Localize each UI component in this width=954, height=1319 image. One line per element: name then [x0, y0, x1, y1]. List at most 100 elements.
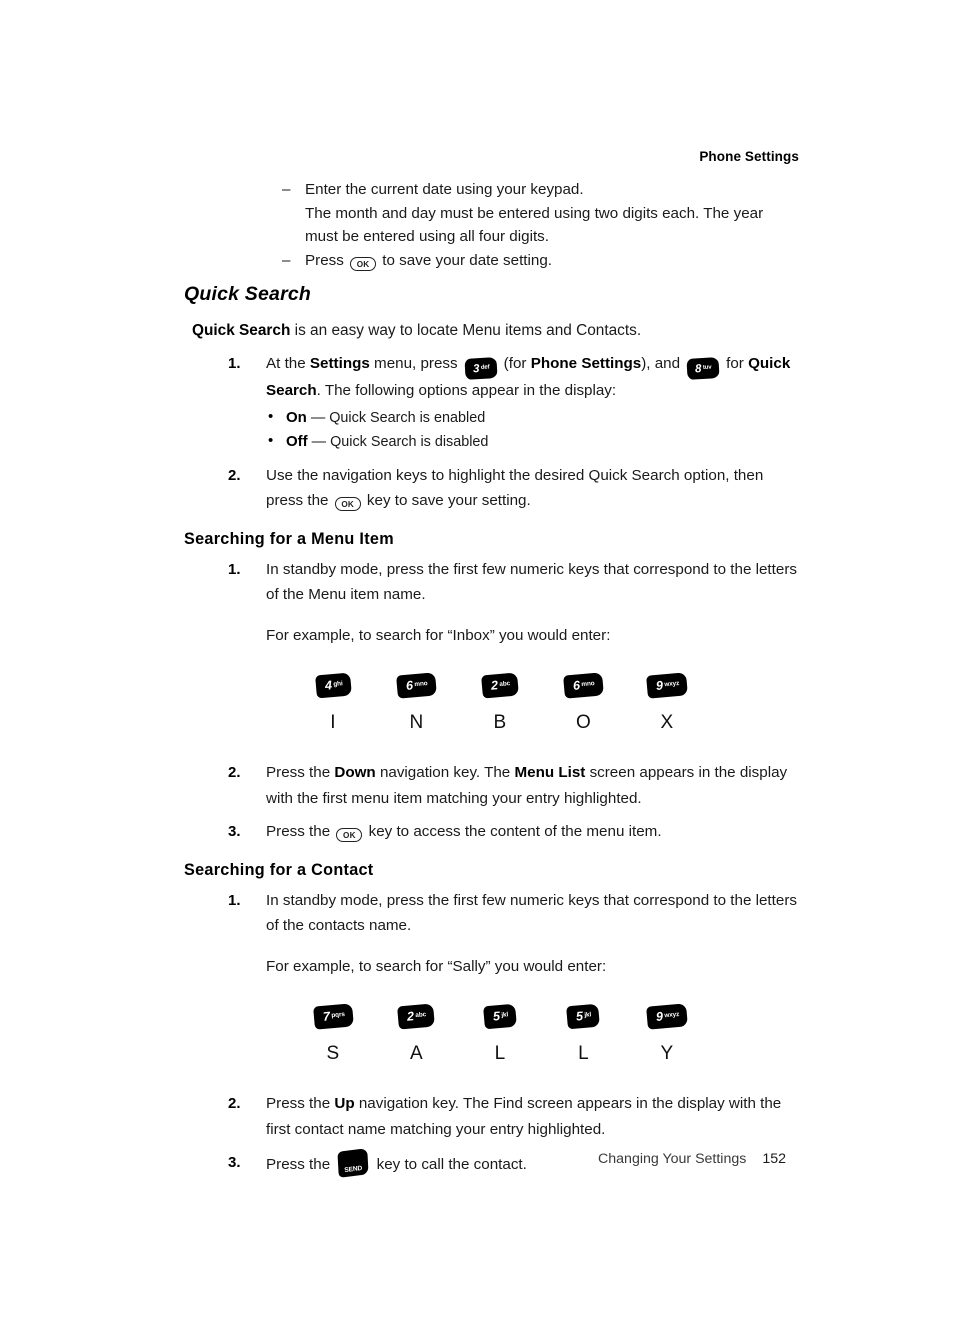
step-number: 2.: [228, 1095, 241, 1112]
step1-t5: for: [721, 354, 749, 372]
keypad-key-3-icon: 3def: [464, 356, 498, 379]
keypad-key-8-icon: 8tuv: [686, 356, 720, 379]
contact-step3-t2: key to call the contact.: [372, 1156, 527, 1173]
step1-t6: . The following options appear in the di…: [316, 382, 617, 399]
key-sequence-letter: I: [330, 712, 336, 733]
phone-settings-bold: Phone Settings: [530, 354, 642, 372]
contact-step1-text: In standby mode, press the first few num…: [266, 891, 797, 935]
option-off-dash: —: [311, 434, 327, 450]
quick-search-options-list: • On — Quick Search is enabled • Off — Qui…: [184, 406, 800, 455]
keypad-key-2-icon: 2abc: [397, 1003, 436, 1030]
key-sequence-item: 2abc A: [386, 1003, 448, 1065]
keypad-key-5-icon: 5jkl: [482, 1003, 518, 1030]
key-sequence-item: 2abc B: [469, 672, 531, 734]
step-number: 2.: [228, 764, 241, 781]
option-off-label: Off: [286, 433, 308, 450]
menu-item-steps-cont: 2. Press the Down navigation key. The Men…: [184, 760, 800, 845]
quick-search-intro-rest: is an easy way to locate Menu items and …: [290, 322, 642, 339]
footer-chapter-label: Changing Your Settings: [598, 1151, 747, 1167]
keypad-key-2-icon: 2abc: [480, 672, 520, 699]
keypad-key-5-icon: 5jkl: [566, 1003, 601, 1030]
step2-t2: key to save your setting.: [362, 492, 531, 509]
contact-step2-t1: Press the: [266, 1095, 335, 1112]
key-sequence-item: 9wxyz X: [636, 672, 698, 734]
step-number: 3.: [228, 823, 241, 840]
down-bold: Down: [334, 764, 376, 781]
key-sequence-letter: L: [494, 1043, 506, 1064]
ok-key-icon: OK: [334, 497, 361, 511]
keypad-key-6-icon: 6mno: [563, 672, 604, 699]
key-sequence-letter: X: [660, 712, 674, 733]
send-key-icon: SEND: [337, 1148, 369, 1178]
menu-item-step-1: 1. In standby mode, press the first few n…: [184, 557, 800, 649]
section-title-quick-search: Quick Search: [184, 283, 312, 305]
step1-t2: menu, press: [369, 354, 462, 372]
menu-step3-t2: key to access the content of the menu it…: [364, 823, 662, 840]
key-sequence-letter: A: [410, 1043, 423, 1064]
contact-steps: 1. In standby mode, press the first few n…: [184, 888, 800, 980]
section-title-searching-contact: Searching for a Contact: [184, 860, 374, 879]
option-on-label: On: [286, 408, 307, 426]
contact-step-1: 1. In standby mode, press the first few n…: [184, 888, 800, 980]
keypad-key-4-icon: 4ghi: [314, 672, 352, 699]
date-substeps-list: – Enter the current date using your keyp…: [282, 178, 800, 272]
menu-step3-t1: Press the: [266, 823, 335, 840]
key-sequence-item: 6mno N: [386, 672, 448, 734]
section-title-searching-menu-item: Searching for a Menu Item: [184, 529, 394, 548]
date-substep-1-line1: Enter the current date using your keypad…: [305, 181, 584, 198]
option-on-desc: Quick Search is enabled: [329, 409, 486, 426]
step-number: 1.: [228, 354, 241, 372]
option-on-dash: —: [310, 409, 326, 426]
date-substep-2-after: to save your date setting.: [382, 251, 552, 269]
step1-t4: ), and: [641, 354, 685, 372]
quick-search-step-1: 1. At the Settings menu, press 3def (for …: [184, 351, 800, 404]
menu-item-steps: 1. In standby mode, press the first few n…: [184, 557, 800, 649]
page-content: – Enter the current date using your keyp…: [184, 178, 800, 1178]
option-off: • Off — Quick Search is disabled: [184, 430, 800, 455]
keypad-key-9-icon: 9wxyz: [645, 1003, 689, 1030]
menu-step2-t1: Press the: [266, 764, 335, 781]
contact-step3-t1: Press the: [266, 1156, 335, 1173]
step-number: 3.: [228, 1154, 241, 1171]
key-sequence-item: 7pqrs S: [302, 1003, 364, 1065]
option-off-desc: Quick Search is disabled: [330, 434, 489, 450]
key-sequence-item: 5jkl L: [553, 1003, 615, 1065]
inbox-key-sequence-diagram: 4ghi I 6mno N 2abc B 6mno O 9wxyz X: [302, 672, 698, 734]
key-sequence-letter: L: [578, 1043, 589, 1064]
contact-example-text: For example, to search for “Sally” you w…: [266, 957, 607, 975]
key-sequence-letter: O: [575, 712, 592, 733]
date-substep-2-before: Press: [305, 251, 344, 269]
key-sequence-item: 5jkl L: [469, 1003, 531, 1065]
footer-page-number: 152: [762, 1151, 786, 1167]
step-number: 1.: [228, 560, 241, 578]
key-sequence-letter: N: [409, 712, 424, 733]
up-bold: Up: [334, 1095, 355, 1112]
page-footer: Changing Your Settings 152: [598, 1151, 786, 1167]
keypad-key-7-icon: 7pqrs: [312, 1003, 354, 1030]
dash-marker: –: [282, 181, 291, 198]
step1-t3: (for: [499, 354, 531, 372]
contact-step-2: 2. Press the Up navigation key. The Find …: [184, 1091, 800, 1142]
key-sequence-item: 9wxyz Y: [636, 1003, 698, 1065]
menu-step2-t2: navigation key. The: [375, 764, 515, 781]
key-sequence-letter: S: [326, 1043, 340, 1064]
key-sequence-letter: B: [493, 712, 507, 733]
menu-item-example-text: For example, to search for “Inbox” you w…: [266, 626, 611, 644]
bullet-dot: •: [268, 432, 274, 449]
key-sequence-item: 6mno O: [553, 672, 615, 734]
keypad-key-9-icon: 9wxyz: [645, 672, 689, 699]
quick-search-intro: Quick Search is an easy way to locate Me…: [192, 319, 800, 343]
settings-bold: Settings: [309, 354, 370, 372]
ok-key-icon: OK: [336, 828, 363, 842]
sally-key-sequence-diagram: 7pqrs S 2abc A 5jkl L 5jkl L 9wxyz Y: [302, 1003, 698, 1065]
running-head: Phone Settings: [699, 149, 799, 164]
step-number: 1.: [228, 891, 241, 909]
step-number: 2.: [228, 466, 241, 484]
key-sequence-letter: Y: [660, 1043, 674, 1064]
menu-item-step-3: 3. Press the OK key to access the content…: [184, 819, 800, 845]
date-substep-1: – Enter the current date using your keyp…: [282, 178, 800, 249]
quick-search-steps: 1. At the Settings menu, press 3def (for …: [184, 351, 800, 404]
date-substep-2: – Press OK to save your date setting.: [282, 249, 800, 273]
date-substep-1-line2: The month and day must be entered using …: [305, 204, 764, 246]
quick-search-step-2: 2. Use the navigation keys to highlight t…: [184, 463, 800, 514]
